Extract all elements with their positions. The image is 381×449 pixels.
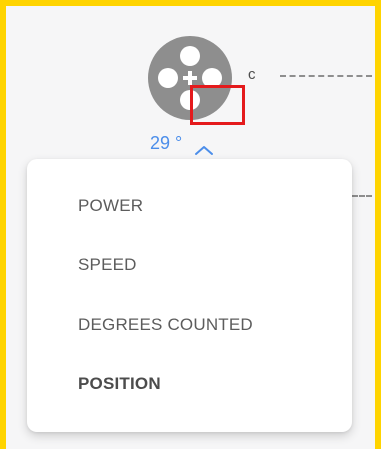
angle-value[interactable]: 29	[150, 133, 170, 154]
degree-unit: °	[175, 133, 183, 153]
menu-item-power[interactable]: POWER	[78, 196, 143, 216]
menu-item-speed[interactable]: SPEED	[78, 255, 137, 275]
sensor-mode-menu: POWER SPEED DEGREES COUNTED POSITION	[27, 159, 352, 432]
chevron-up-icon[interactable]	[194, 140, 214, 155]
connector-line	[280, 75, 372, 77]
menu-item-degrees-counted[interactable]: DEGREES COUNTED	[78, 315, 253, 335]
connector-line	[352, 195, 372, 197]
highlight-box	[190, 85, 245, 125]
port-letter: c	[248, 66, 256, 83]
angle-selector[interactable]: 29 °	[150, 133, 214, 155]
menu-item-position[interactable]: POSITION	[78, 374, 161, 394]
